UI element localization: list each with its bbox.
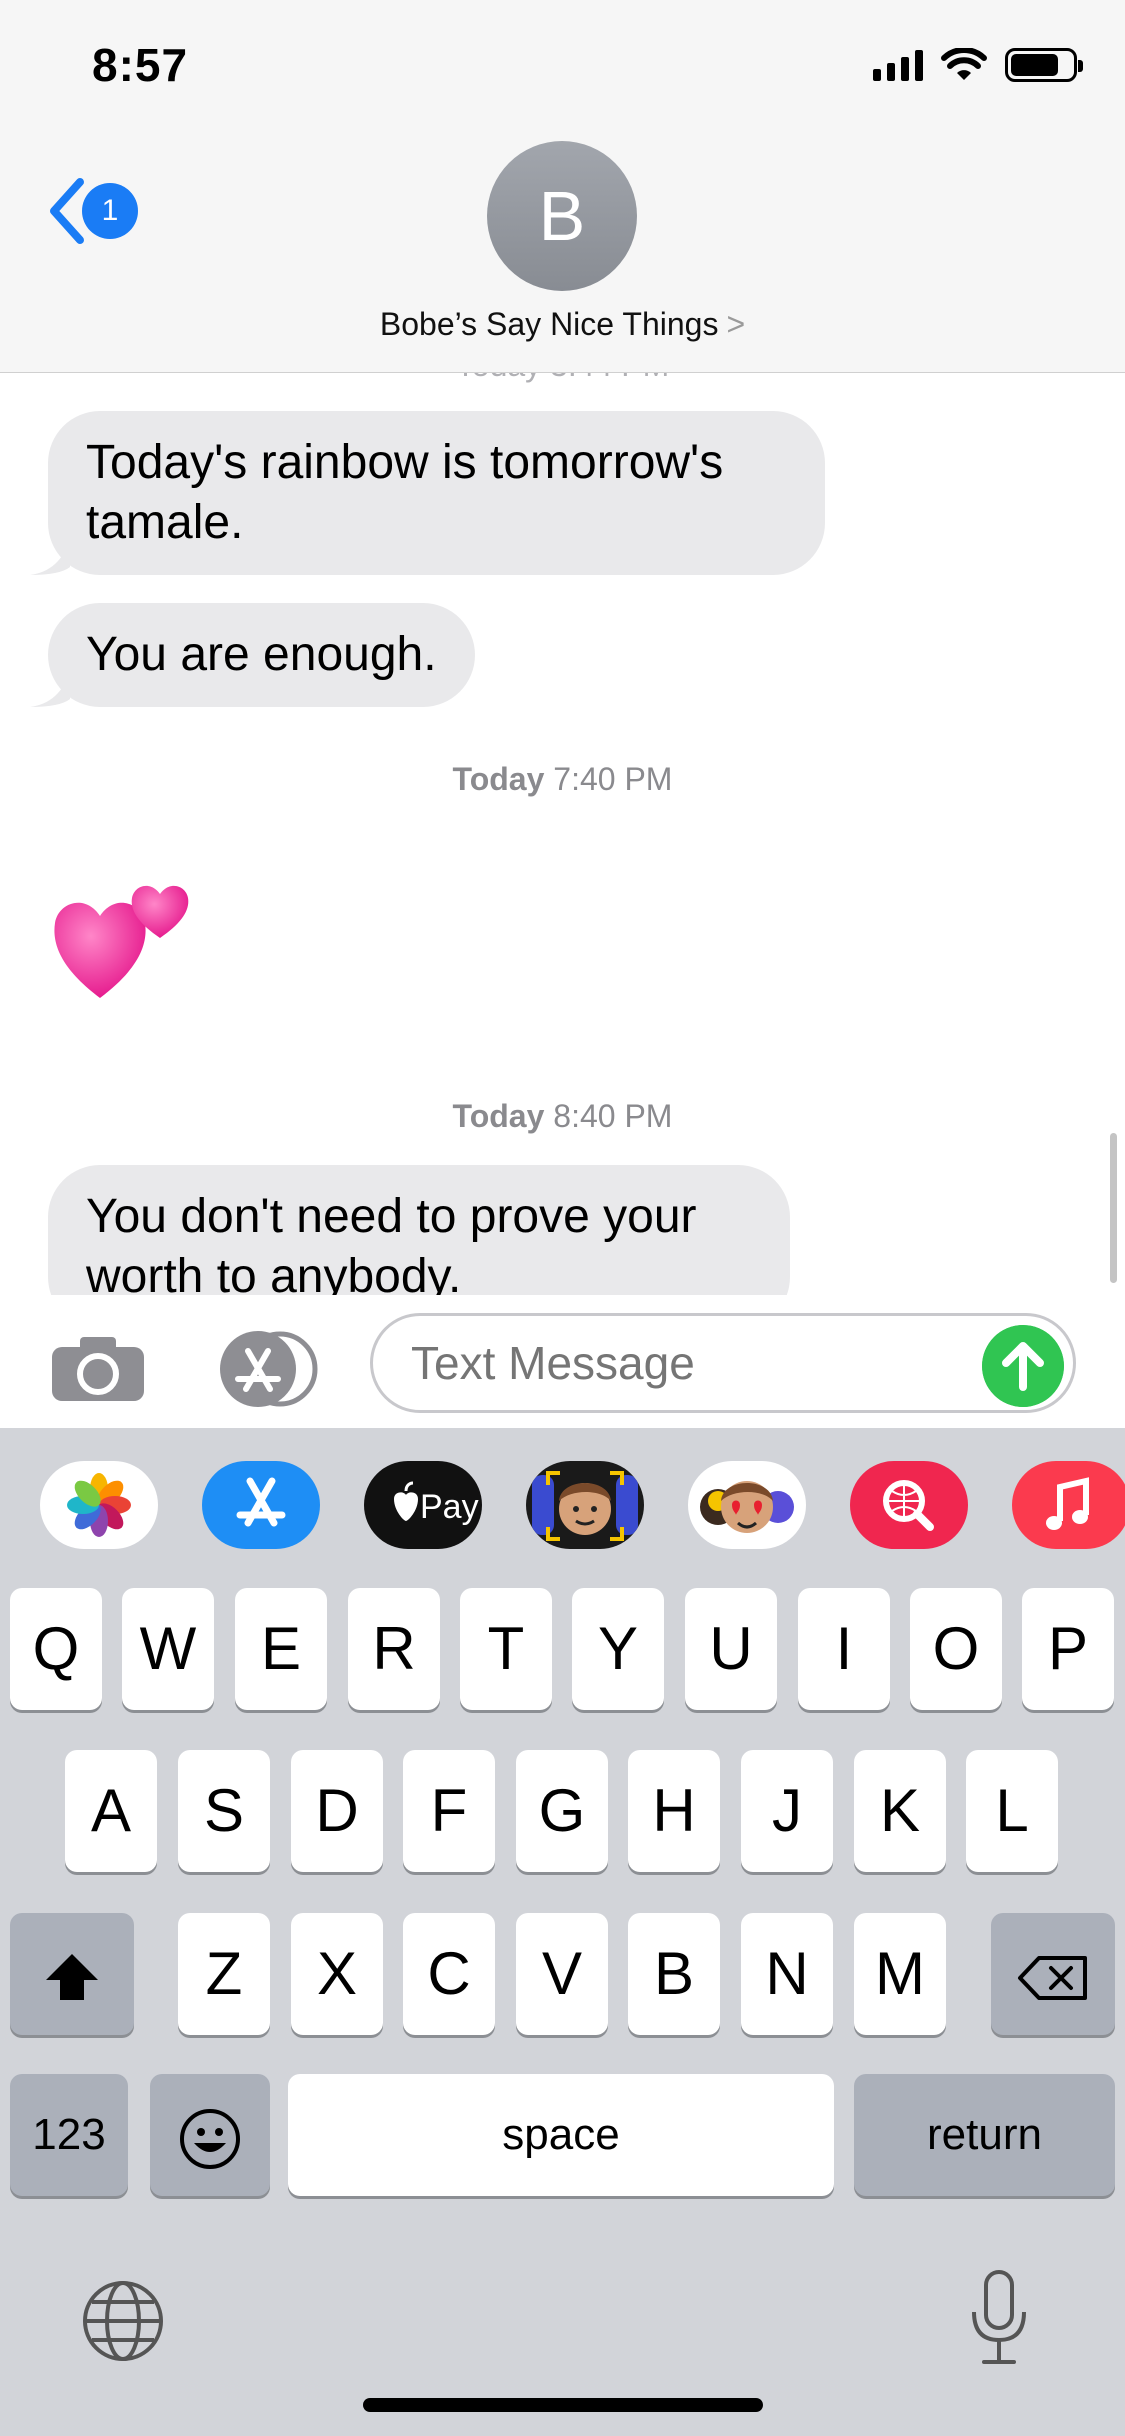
emoji-key[interactable] [150, 2074, 270, 2196]
key-q[interactable]: Q [10, 1588, 102, 1710]
partial-timestamp: Today 3:44 PM [0, 373, 1125, 384]
key-j[interactable]: J [741, 1750, 833, 1872]
numbers-key[interactable]: 123 [10, 2074, 128, 2196]
message-bubble[interactable]: You don't need to prove your worth to an… [48, 1165, 790, 1295]
key-a[interactable]: A [65, 1750, 157, 1872]
globe-icon[interactable] [80, 2278, 166, 2364]
memoji-icon[interactable] [526, 1461, 644, 1549]
svg-text:Pay: Pay [420, 1488, 479, 1526]
compose-bar [0, 1295, 1125, 1428]
key-i[interactable]: I [798, 1588, 890, 1710]
app-store-apps-icon[interactable] [210, 1331, 320, 1407]
timestamp: Today 8:40 PM [452, 1098, 673, 1134]
key-g[interactable]: G [516, 1750, 608, 1872]
key-m[interactable]: M [854, 1913, 946, 2035]
key-p[interactable]: P [1022, 1588, 1114, 1710]
unread-count-badge: 1 [82, 183, 138, 239]
message-input[interactable] [370, 1313, 1076, 1413]
return-key[interactable]: return [854, 2074, 1115, 2196]
key-b[interactable]: B [628, 1913, 720, 2035]
cellular-signal-icon [873, 49, 923, 81]
images-search-icon[interactable] [850, 1461, 968, 1549]
status-time: 8:57 [92, 39, 189, 91]
contact-name: Bobe’s Say Nice Things [379, 306, 719, 342]
shift-key[interactable] [10, 1913, 134, 2035]
shift-arrow-icon [46, 1954, 98, 2001]
key-n[interactable]: N [741, 1913, 833, 2035]
key-w[interactable]: W [122, 1588, 214, 1710]
contact-avatar[interactable]: B [487, 141, 637, 291]
backspace-icon [1018, 1956, 1087, 2001]
key-x[interactable]: X [291, 1913, 383, 2035]
back-button[interactable]: 1 [44, 176, 138, 246]
key-d[interactable]: D [291, 1750, 383, 1872]
camera-icon[interactable] [50, 1335, 146, 1403]
bubble-tail [30, 671, 70, 707]
wifi-icon [941, 48, 987, 80]
key-k[interactable]: K [854, 1750, 946, 1872]
microphone-icon[interactable] [966, 2268, 1032, 2368]
send-button[interactable] [982, 1325, 1064, 1407]
key-o[interactable]: O [910, 1588, 1002, 1710]
key-l[interactable]: L [966, 1750, 1058, 1872]
key-c[interactable]: C [403, 1913, 495, 2035]
music-icon[interactable] [1012, 1461, 1125, 1549]
key-f[interactable]: F [403, 1750, 495, 1872]
battery-icon [1005, 48, 1083, 82]
photos-app-icon[interactable] [40, 1461, 158, 1549]
conversation-header: 1 B Bobe’s Say Nice Things > [0, 132, 1125, 373]
apple-pay-icon[interactable]: Pay [364, 1461, 482, 1549]
delete-key[interactable] [991, 1913, 1115, 2035]
home-indicator[interactable] [363, 2398, 763, 2412]
animoji-stickers-icon[interactable] [688, 1461, 806, 1549]
status-bar: 8:57 [0, 0, 1125, 132]
space-key[interactable]: space [288, 2074, 834, 2196]
message-thread[interactable]: Today 3:44 PM Today's rainbow is tomorro… [0, 373, 1125, 1295]
emoji-smile-icon [180, 2109, 240, 2170]
imessage-app-drawer[interactable]: Pay [0, 1458, 1125, 1558]
key-h[interactable]: H [628, 1750, 720, 1872]
key-r[interactable]: R [348, 1588, 440, 1710]
timestamp: Today 7:40 PM [452, 761, 673, 797]
chevron-right-icon: > [726, 306, 746, 342]
message-bubble[interactable]: You are enough. [30, 603, 475, 707]
key-t[interactable]: T [460, 1588, 552, 1710]
message-bubble[interactable]: Today's rainbow is tomorrow's tamale. [30, 411, 825, 575]
two-hearts-emoji-icon[interactable] [50, 868, 200, 1008]
key-v[interactable]: V [516, 1913, 608, 2035]
bubble-tail [30, 539, 70, 575]
keyboard: Pay Q W E R T Y U I O P A S D F G H J K … [0, 1428, 1125, 2436]
key-y[interactable]: Y [572, 1588, 664, 1710]
key-z[interactable]: Z [178, 1913, 270, 2035]
key-s[interactable]: S [178, 1750, 270, 1872]
app-store-icon[interactable] [202, 1461, 320, 1549]
scrollbar[interactable] [1110, 1133, 1117, 1283]
key-u[interactable]: U [685, 1588, 777, 1710]
key-e[interactable]: E [235, 1588, 327, 1710]
contact-name-button[interactable]: Bobe’s Say Nice Things > [0, 306, 1125, 343]
